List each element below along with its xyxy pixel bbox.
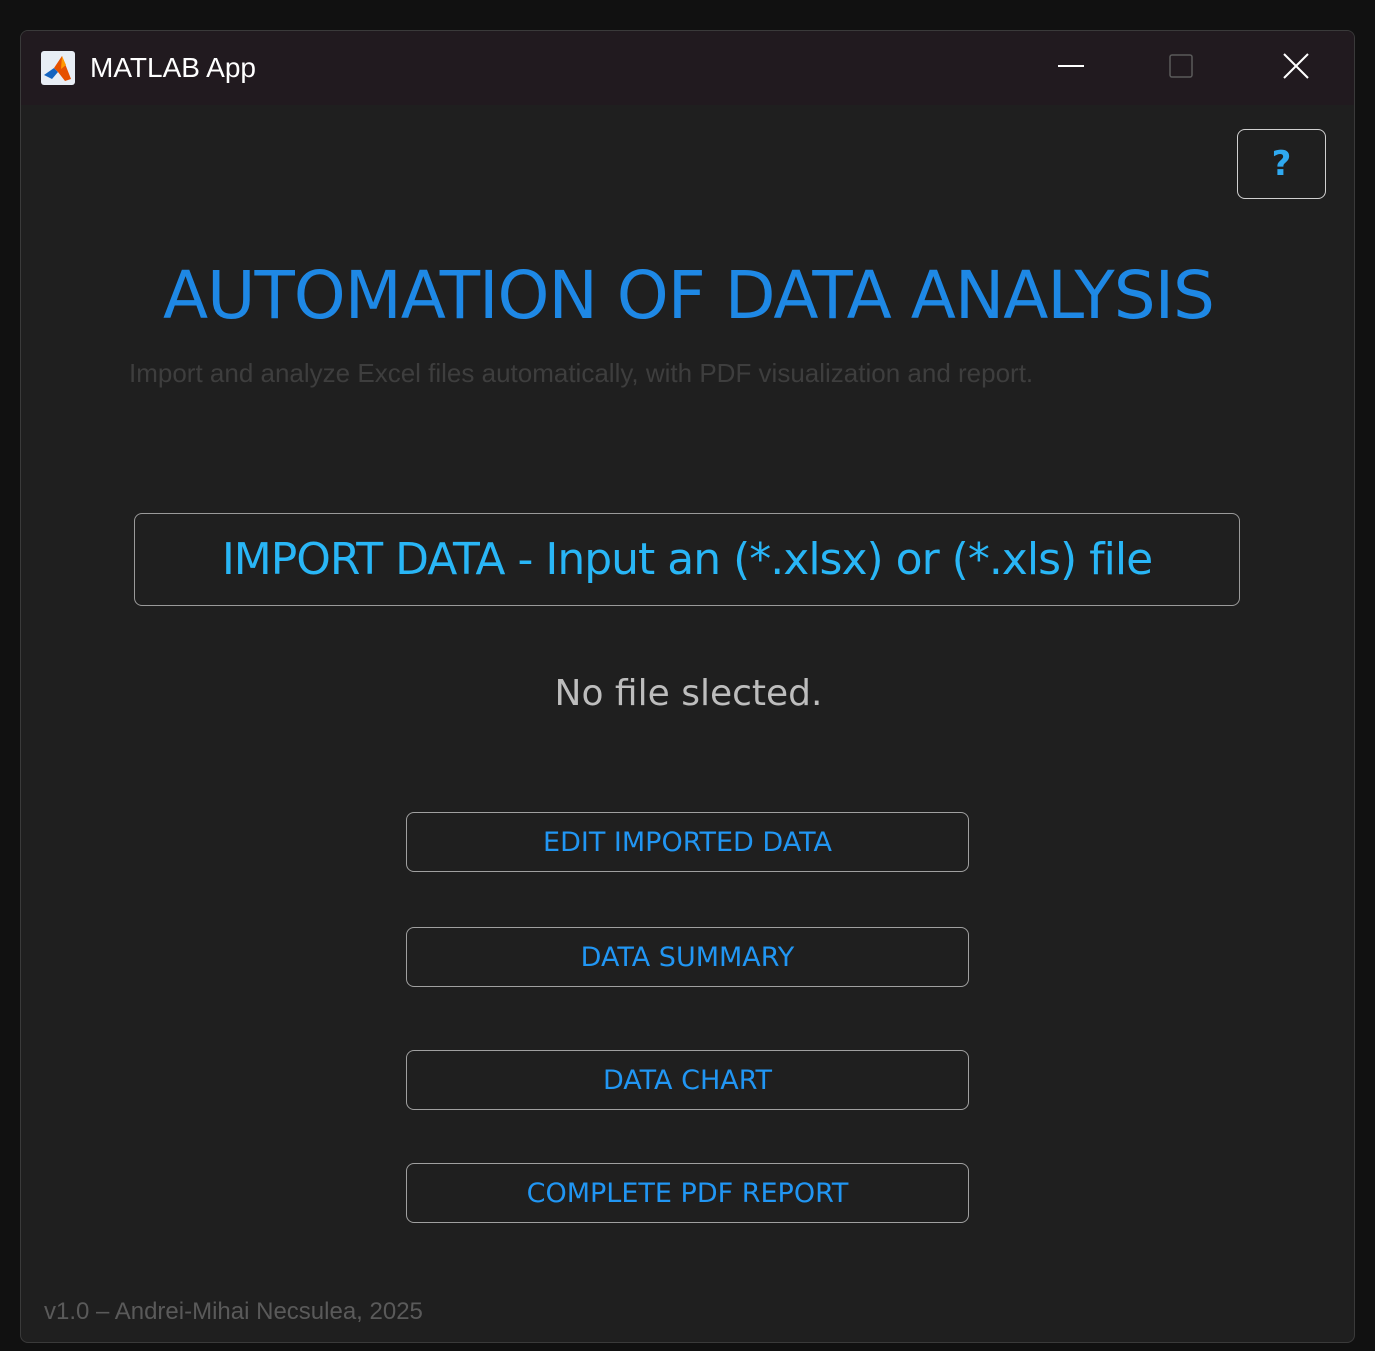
complete-pdf-report-button[interactable]: COMPLETE PDF REPORT bbox=[406, 1163, 969, 1223]
close-icon bbox=[1283, 53, 1309, 79]
edit-imported-data-button[interactable]: EDIT IMPORTED DATA bbox=[406, 812, 969, 872]
file-status-text: No file slected. bbox=[554, 673, 823, 714]
maximize-icon bbox=[1169, 54, 1193, 78]
maximize-button[interactable] bbox=[1126, 31, 1236, 101]
minimize-icon bbox=[1058, 65, 1084, 67]
close-button[interactable] bbox=[1241, 31, 1351, 101]
matlab-logo-icon bbox=[41, 51, 75, 85]
app-window: MATLAB App ? AUTOMATION OF DATA ANALYSIS bbox=[20, 30, 1355, 1343]
data-chart-button[interactable]: DATA CHART bbox=[406, 1050, 969, 1110]
data-summary-button[interactable]: DATA SUMMARY bbox=[406, 927, 969, 987]
window-title: MATLAB App bbox=[90, 52, 257, 83]
version-footer: v1.0 – Andrei-Mihai Necsulea, 2025 bbox=[44, 1298, 423, 1325]
screen: MATLAB App ? AUTOMATION OF DATA ANALYSIS bbox=[0, 0, 1375, 1351]
help-button[interactable]: ? bbox=[1237, 129, 1326, 199]
import-data-button[interactable]: IMPORT DATA - Input an (*.xlsx) or (*.xl… bbox=[134, 513, 1240, 606]
minimize-button[interactable] bbox=[1016, 31, 1126, 101]
page-title: AUTOMATION OF DATA ANALYSIS bbox=[163, 257, 1215, 334]
title-bar[interactable]: MATLAB App bbox=[21, 31, 1354, 105]
page-subtitle: Import and analyze Excel files automatic… bbox=[129, 358, 1034, 388]
